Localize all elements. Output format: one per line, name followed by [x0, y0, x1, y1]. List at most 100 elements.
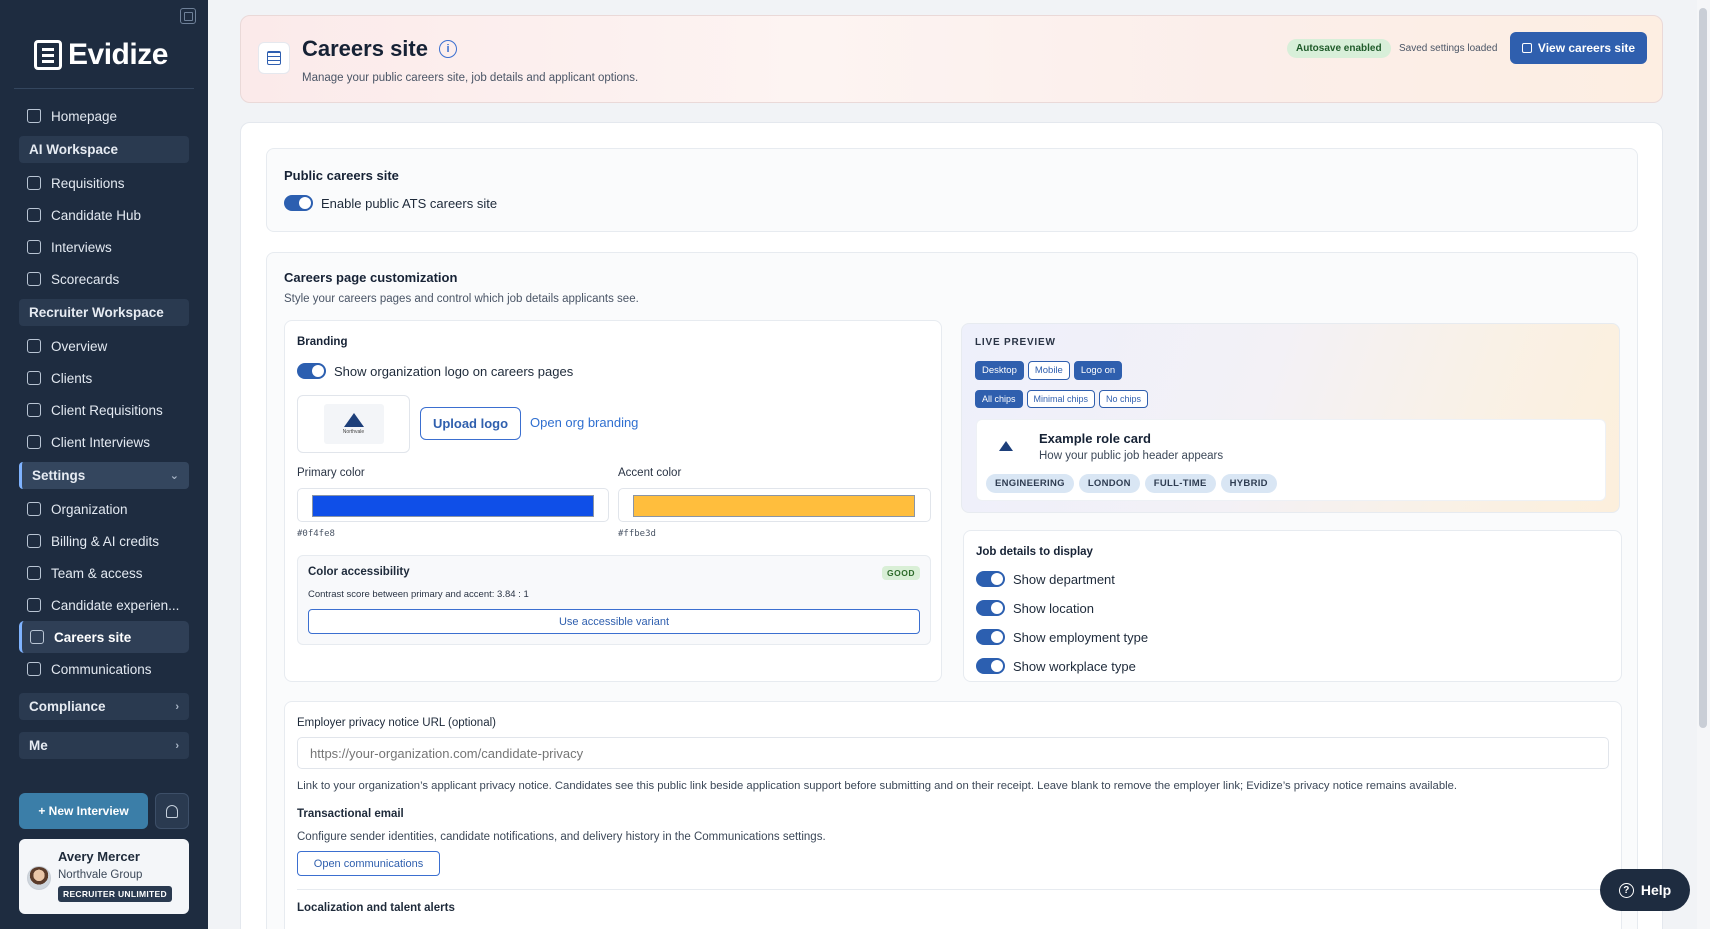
live-preview-panel: LIVE PREVIEW Desktop Mobile Logo on All ch… — [961, 323, 1620, 513]
group-recruiter-workspace[interactable]: Recruiter Workspace — [19, 299, 189, 326]
group-ai-workspace[interactable]: AI Workspace — [19, 136, 189, 163]
sidebar-item-communications[interactable]: Communications — [0, 653, 208, 685]
group-label: AI Workspace — [29, 142, 119, 157]
role-subtitle: How your public job header appears — [1039, 450, 1224, 462]
user-card[interactable]: Avery Mercer Northvale Group RECRUITER U… — [19, 839, 189, 914]
sidebar-item-label: Organization — [51, 501, 128, 517]
accent-color-input[interactable] — [618, 488, 931, 522]
sidebar-item-label: Client Requisitions — [51, 402, 163, 418]
home-icon — [27, 109, 41, 123]
localization-title: Localization and talent alerts — [297, 902, 455, 914]
sidebar-item-scorecards[interactable]: Scorecards — [0, 263, 208, 295]
user-name: Avery Mercer — [58, 849, 140, 864]
sidebar-item-label: Candidate Hub — [51, 207, 142, 223]
sidebar-item-clients[interactable]: Clients — [0, 362, 208, 394]
sidebar-item-organization[interactable]: Organization — [0, 493, 208, 525]
show-employment-type-toggle[interactable] — [976, 629, 1005, 645]
sidebar-item-client-interviews[interactable]: Client Interviews — [0, 426, 208, 458]
page-scrollbar[interactable] — [1697, 0, 1710, 929]
privacy-url-input[interactable] — [297, 737, 1609, 769]
show-workplace-type-toggle[interactable] — [976, 658, 1005, 674]
external-link-icon — [1521, 43, 1532, 53]
sidebar-item-label: Overview — [51, 338, 108, 354]
settings-content: Public careers site Enable public ATS ca… — [240, 122, 1663, 929]
use-accessible-variant-button[interactable]: Use accessible variant — [308, 609, 920, 634]
sidebar-item-label: Homepage — [51, 108, 118, 124]
user-settings-icon — [27, 598, 41, 612]
accent-color-label: Accent color — [618, 467, 682, 479]
preview-view-modes: Desktop Mobile Logo on — [975, 360, 1126, 380]
show-location-toggle[interactable] — [976, 600, 1005, 616]
info-icon[interactable]: i — [439, 40, 457, 58]
group-me[interactable]: Me › — [19, 732, 189, 759]
avatar — [27, 866, 51, 890]
sidebar-item-homepage[interactable]: Homepage — [0, 100, 208, 132]
toggle-label: Show location — [1013, 600, 1094, 616]
group-compliance[interactable]: Compliance › — [19, 693, 189, 720]
no-chips-button[interactable]: No chips — [1099, 390, 1149, 408]
briefcase-icon — [27, 176, 41, 190]
sidebar-item-overview[interactable]: Overview — [0, 330, 208, 362]
job-detail-option: Show employment type — [976, 629, 1148, 645]
mobile-mode-button[interactable]: Mobile — [1027, 361, 1070, 380]
scroll-thumb[interactable] — [1699, 8, 1707, 728]
primary-color-input[interactable] — [297, 488, 609, 522]
enable-public-site-toggle[interactable] — [284, 195, 313, 211]
sidebar-item-client-requisitions[interactable]: Client Requisitions — [0, 394, 208, 426]
tag-chip: LONDON — [1078, 474, 1140, 493]
mail-icon — [27, 662, 41, 676]
job-details-title: Job details to display — [976, 546, 1093, 558]
logo-on-button[interactable]: Logo on — [1073, 361, 1123, 380]
grid-icon — [27, 339, 41, 353]
sidebar-item-label: Clients — [51, 370, 93, 386]
org-logo-preview: Northvale — [297, 395, 410, 453]
accessibility-title: Color accessibility — [308, 566, 410, 578]
role-card-logo — [987, 432, 1025, 460]
accent-color-hex: #ffbe3d — [618, 529, 656, 539]
table-icon — [30, 630, 44, 644]
tag-chip: HYBRID — [1220, 474, 1277, 493]
branding-panel: Branding Show organization logo on caree… — [284, 320, 942, 682]
collapse-sidebar-icon[interactable] — [180, 8, 196, 24]
color-accessibility-card: Color accessibility GOOD Contrast score … — [297, 555, 931, 645]
tag-chip: FULL-TIME — [1144, 474, 1216, 493]
sidebar-item-label: Team & access — [51, 565, 143, 581]
sidebar-item-label: Careers site — [54, 629, 132, 645]
brand-logo[interactable]: Evidize — [34, 38, 168, 72]
brand-name: Evidize — [68, 38, 168, 71]
help-button[interactable]: ? Help — [1600, 869, 1690, 911]
group-settings[interactable]: Settings ⌄ — [19, 462, 189, 489]
desktop-mode-button[interactable]: Desktop — [975, 361, 1024, 380]
sidebar-item-billing[interactable]: Billing & AI credits — [0, 525, 208, 557]
view-careers-site-button[interactable]: View careers site — [1510, 32, 1647, 64]
open-org-branding-link[interactable]: Open org branding — [530, 415, 638, 430]
sidebar-item-candidate-hub[interactable]: Candidate Hub — [0, 199, 208, 231]
group-label: Recruiter Workspace — [29, 305, 164, 320]
show-department-toggle[interactable] — [976, 571, 1005, 587]
sidebar-item-requisitions[interactable]: Requisitions — [0, 167, 208, 199]
primary-color-label: Primary color — [297, 467, 365, 479]
section-title: Careers page customization — [284, 270, 458, 285]
minimal-chips-button[interactable]: Minimal chips — [1026, 390, 1096, 408]
page-header: Careers site i Manage your public career… — [240, 15, 1663, 103]
all-chips-button[interactable]: All chips — [975, 390, 1023, 408]
enable-public-site-row: Enable public ATS careers site — [284, 195, 497, 211]
transactional-email-text: Configure sender identities, candidate n… — [297, 831, 826, 843]
sidebar-item-team-access[interactable]: Team & access — [0, 557, 208, 589]
sidebar-item-interviews[interactable]: Interviews — [0, 231, 208, 263]
user-scan-icon — [27, 208, 41, 222]
sidebar: Evidize Homepage AI Workspace Requisitio… — [0, 0, 208, 929]
upload-logo-button[interactable]: Upload logo — [420, 407, 521, 440]
chevron-down-icon: ⌄ — [169, 470, 179, 482]
open-communications-button[interactable]: Open communications — [297, 851, 440, 876]
new-interview-button[interactable]: + New Interview — [19, 793, 148, 829]
job-detail-option: Show workplace type — [976, 658, 1136, 674]
sidebar-item-careers-site[interactable]: Careers site — [19, 621, 189, 653]
show-logo-toggle[interactable] — [297, 363, 326, 379]
tag-chip: ENGINEERING — [986, 474, 1074, 493]
job-details-panel: Job details to display Show department S… — [963, 530, 1622, 682]
section-divider — [297, 889, 1609, 890]
notifications-button[interactable] — [155, 793, 189, 829]
sidebar-item-candidate-experience[interactable]: Candidate experien... — [0, 589, 208, 621]
group-label: Compliance — [29, 699, 106, 714]
